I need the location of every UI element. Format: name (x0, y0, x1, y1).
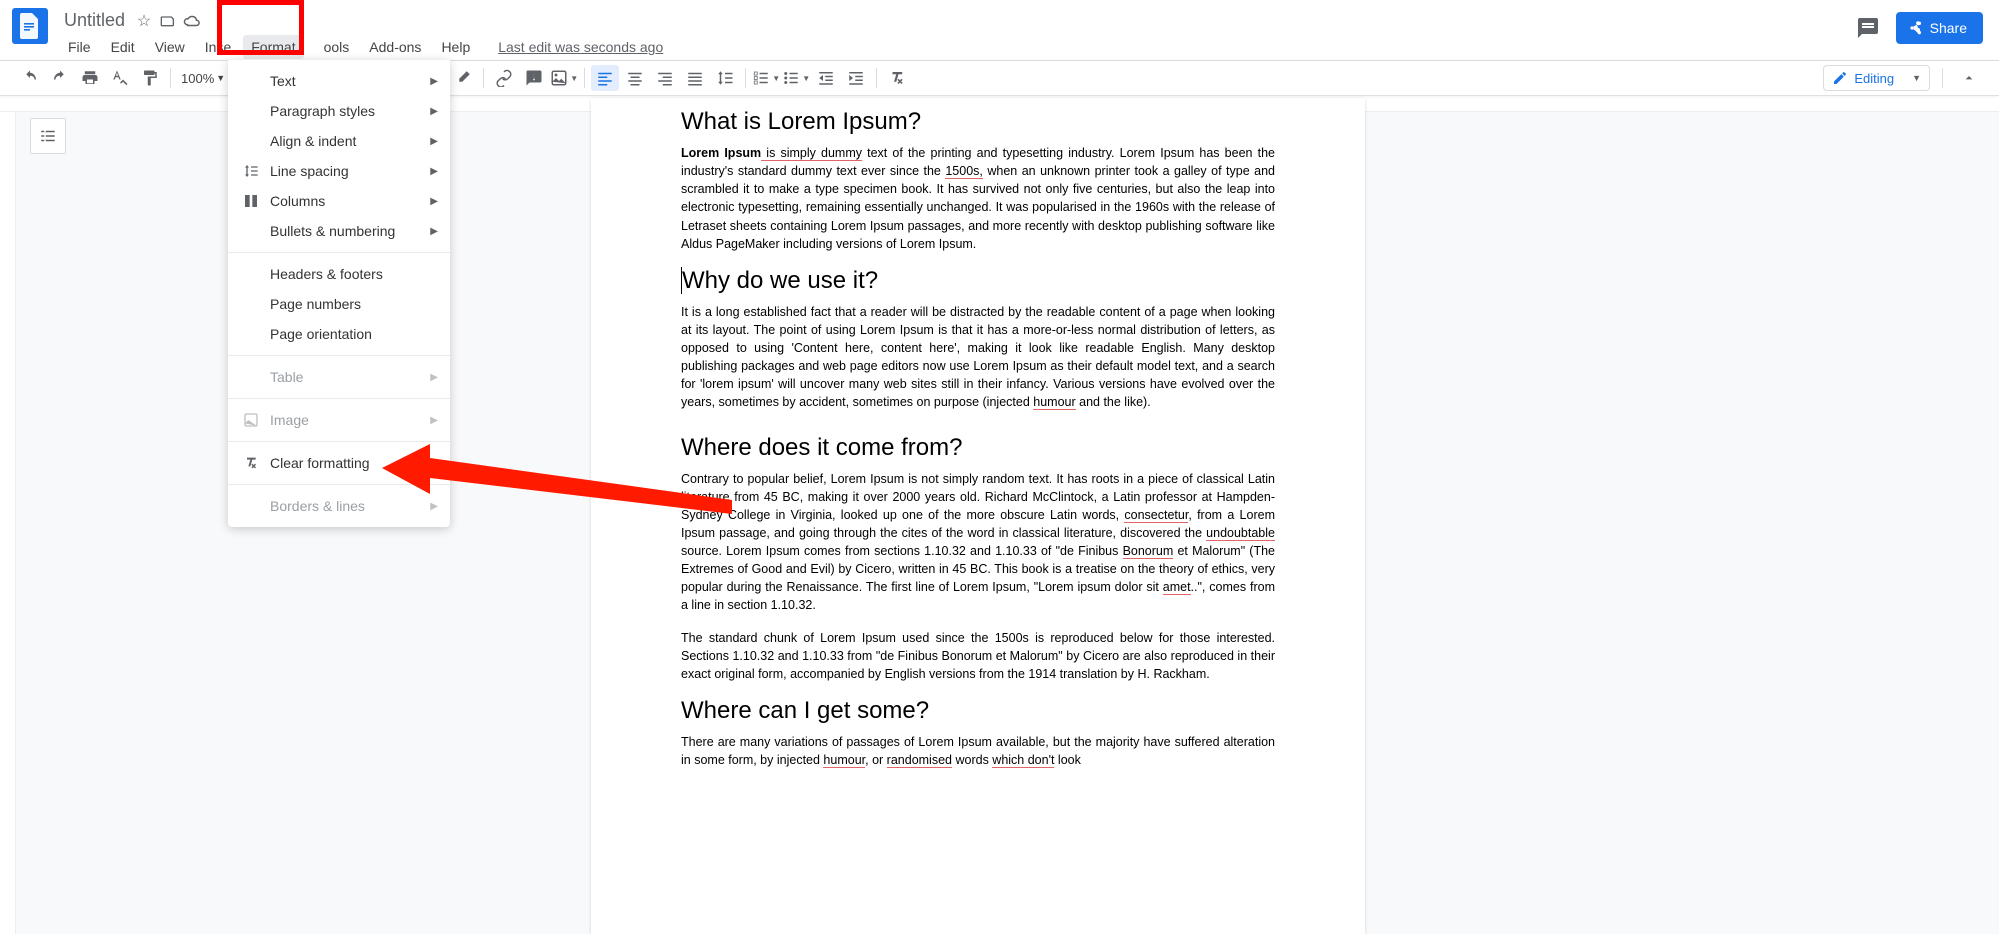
heading-3: Where does it come from? (681, 434, 1275, 462)
paragraph-1: Lorem Ipsum is simply dummy text of the … (681, 144, 1275, 253)
align-justify-button[interactable] (681, 65, 709, 91)
move-icon[interactable] (159, 12, 177, 30)
header-bar: Untitled ☆ File Edit View Inse Format oo… (0, 0, 1999, 46)
undo-button[interactable] (16, 65, 44, 91)
paint-format-button[interactable] (136, 65, 164, 91)
menu-bar: File Edit View Inse Format ools Add-ons … (60, 35, 671, 59)
collapse-icon[interactable] (1955, 65, 1983, 91)
clear-formatting-button[interactable] (883, 65, 911, 91)
menu-edit[interactable]: Edit (103, 35, 143, 59)
menu-paragraph-styles[interactable]: Paragraph styles▶ (228, 96, 450, 126)
share-label: Share (1930, 20, 1967, 36)
print-button[interactable] (76, 65, 104, 91)
insert-image-button[interactable]: ▼ (550, 65, 578, 91)
comments-icon[interactable] (1856, 16, 1880, 40)
paragraph-3: Contrary to popular belief, Lorem Ipsum … (681, 470, 1275, 615)
columns-icon (240, 193, 262, 209)
paragraph-4: The standard chunk of Lorem Ipsum used s… (681, 629, 1275, 683)
menu-line-spacing[interactable]: Line spacing▶ (228, 156, 450, 186)
paragraph-5: There are many variations of passages of… (681, 733, 1275, 769)
menu-headers-footers[interactable]: Headers & footers (228, 259, 450, 289)
star-icon[interactable]: ☆ (135, 12, 153, 30)
document-title[interactable]: Untitled (60, 8, 129, 33)
menu-addons[interactable]: Add-ons (361, 35, 429, 59)
paragraph-2: It is a long established fact that a rea… (681, 303, 1275, 412)
align-center-button[interactable] (621, 65, 649, 91)
spellcheck-button[interactable] (106, 65, 134, 91)
menu-format[interactable]: Format (243, 35, 303, 59)
checklist-button[interactable]: ▼ (752, 65, 780, 91)
menu-clear-formatting[interactable]: Clear formatting (228, 448, 450, 478)
heading-1: What is Lorem Ipsum? (681, 108, 1275, 136)
highlight-button[interactable] (449, 65, 477, 91)
format-dropdown-menu: Text▶ Paragraph styles▶ Align & indent▶ … (228, 60, 450, 527)
vertical-ruler[interactable] (0, 98, 16, 934)
menu-file[interactable]: File (60, 35, 99, 59)
heading-4: Where can I get some? (681, 697, 1275, 725)
insert-link-button[interactable] (490, 65, 518, 91)
menu-page-orientation[interactable]: Page orientation (228, 319, 450, 349)
last-edit-link[interactable]: Last edit was seconds ago (490, 35, 671, 59)
align-left-button[interactable] (591, 65, 619, 91)
editing-label: Editing (1854, 71, 1894, 86)
cloud-status-icon[interactable] (183, 12, 201, 30)
bulleted-list-button[interactable]: ▼ (782, 65, 810, 91)
menu-borders-lines: Borders & lines▶ (228, 491, 450, 521)
title-area: Untitled ☆ File Edit View Inse Format oo… (60, 8, 671, 59)
menu-columns[interactable]: Columns▶ (228, 186, 450, 216)
heading-2: Why do we use it? (681, 267, 1275, 295)
menu-tools[interactable]: ools (316, 35, 358, 59)
menu-align-indent[interactable]: Align & indent▶ (228, 126, 450, 156)
menu-table: Table▶ (228, 362, 450, 392)
share-button[interactable]: Share (1896, 12, 1983, 44)
menu-bullets-numbering[interactable]: Bullets & numbering▶ (228, 216, 450, 246)
menu-view[interactable]: View (147, 35, 193, 59)
increase-indent-button[interactable] (842, 65, 870, 91)
decrease-indent-button[interactable] (812, 65, 840, 91)
clear-formatting-icon (240, 455, 262, 471)
image-icon (240, 412, 262, 428)
redo-button[interactable] (46, 65, 74, 91)
line-spacing-button[interactable] (711, 65, 739, 91)
zoom-value: 100% (181, 71, 214, 86)
menu-text[interactable]: Text▶ (228, 66, 450, 96)
document-page[interactable]: What is Lorem Ipsum? Lorem Ipsum is simp… (591, 98, 1365, 934)
menu-page-numbers[interactable]: Page numbers (228, 289, 450, 319)
line-spacing-icon (240, 163, 262, 179)
menu-insert[interactable]: Inse (197, 35, 239, 59)
outline-toggle-button[interactable] (30, 118, 66, 154)
docs-logo[interactable] (12, 8, 48, 44)
menu-help[interactable]: Help (433, 35, 478, 59)
menu-image: Image▶ (228, 405, 450, 435)
insert-comment-button[interactable] (520, 65, 548, 91)
zoom-selector[interactable]: 100% ▼ (177, 71, 229, 86)
editing-mode-button[interactable]: Editing ▼ (1823, 65, 1930, 91)
align-right-button[interactable] (651, 65, 679, 91)
